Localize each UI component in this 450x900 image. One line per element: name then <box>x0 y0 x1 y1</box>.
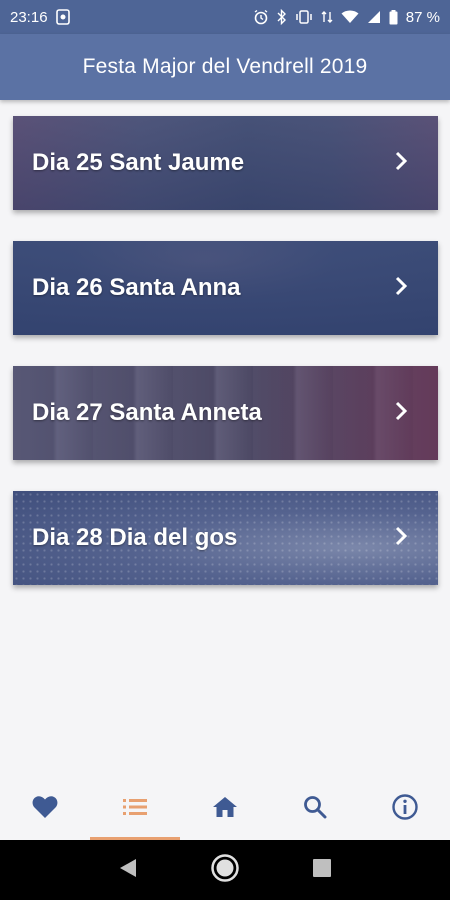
system-nav-bar <box>0 840 450 900</box>
home-icon <box>212 796 238 823</box>
day-card-27[interactable]: Dia 27 Santa Anneta <box>13 366 438 460</box>
wifi-icon <box>341 10 359 24</box>
data-transfer-icon <box>321 10 333 24</box>
chevron-right-icon <box>394 150 408 177</box>
vibrate-icon <box>295 10 313 24</box>
status-left: 23:16 <box>10 9 70 26</box>
recents-button[interactable] <box>297 845 347 895</box>
bluetooth-icon <box>277 9 287 25</box>
nav-search[interactable] <box>270 778 360 840</box>
home-system-button[interactable] <box>200 845 250 895</box>
chevron-right-icon <box>394 400 408 427</box>
battery-percent: 87 % <box>405 8 440 26</box>
day-card-label: Dia 27 Santa Anneta <box>32 399 262 426</box>
alarm-icon <box>253 9 269 25</box>
status-time: 23:16 <box>10 8 48 26</box>
day-card-label: Dia 26 Santa Anna <box>32 274 241 301</box>
home-circle-icon <box>210 853 240 888</box>
status-right: 87 % <box>253 9 440 26</box>
recents-square-icon <box>312 858 332 883</box>
day-card-label: Dia 28 Dia del gos <box>32 524 238 551</box>
search-icon <box>303 795 327 824</box>
chevron-right-icon <box>394 525 408 552</box>
nav-info[interactable] <box>360 778 450 840</box>
chevron-right-icon <box>394 275 408 302</box>
signal-icon <box>367 10 381 24</box>
info-icon <box>392 793 418 825</box>
day-card-25[interactable]: Dia 25 Sant Jaume <box>13 116 438 210</box>
heart-icon <box>32 795 58 824</box>
nav-favorites[interactable] <box>0 778 90 840</box>
bottom-nav <box>0 778 450 840</box>
nav-home[interactable] <box>180 778 270 840</box>
page-title: Festa Major del Vendrell 2019 <box>82 55 368 78</box>
nav-list[interactable] <box>90 778 180 840</box>
status-bar: 23:16 87 % <box>0 0 450 34</box>
back-button[interactable] <box>103 845 153 895</box>
battery-icon <box>389 9 398 25</box>
day-card-label: Dia 25 Sant Jaume <box>32 149 245 176</box>
app-bar: Festa Major del Vendrell 2019 <box>0 34 450 100</box>
day-card-28[interactable]: Dia 28 Dia del gos <box>13 491 438 585</box>
day-card-26[interactable]: Dia 26 Santa Anna <box>13 241 438 335</box>
notification-icon <box>55 9 70 25</box>
back-triangle-icon <box>118 857 138 884</box>
list-icon <box>123 798 147 821</box>
